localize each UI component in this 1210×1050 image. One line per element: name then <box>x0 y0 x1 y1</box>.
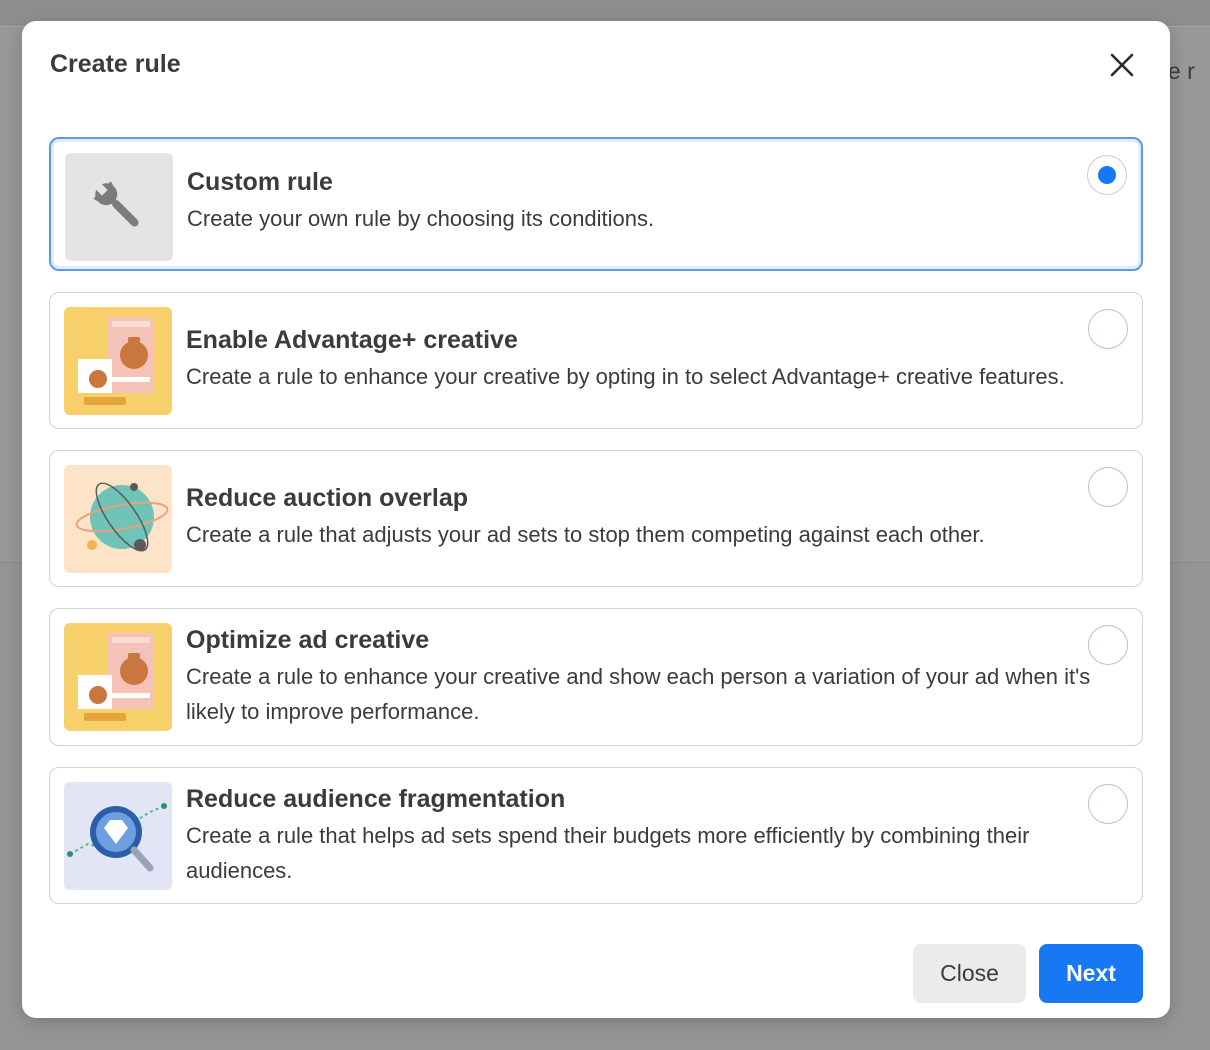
close-button[interactable]: Close <box>913 944 1026 1003</box>
radio-custom-rule[interactable] <box>1087 155 1127 195</box>
option-title: Enable Advantage+ creative <box>186 326 518 354</box>
dialog-title: Create rule <box>50 50 181 78</box>
wrench-icon <box>65 153 173 261</box>
option-text: Reduce auction overlap Create a rule tha… <box>186 481 1120 552</box>
globe-orbit-illustration <box>64 465 172 573</box>
option-text: Reduce audience fragmentation Create a r… <box>186 782 1120 888</box>
teapot-creative-illustration <box>64 623 172 731</box>
radio-optimize-ad-creative[interactable] <box>1088 625 1128 665</box>
option-title: Custom rule <box>187 168 333 196</box>
option-optimize-ad-creative[interactable]: Optimize ad creative Create a rule to en… <box>49 608 1143 746</box>
option-description: Create a rule that helps ad sets spend t… <box>186 823 1030 883</box>
option-reduce-audience-fragmentation[interactable]: Reduce audience fragmentation Create a r… <box>49 767 1143 904</box>
option-description: Create a rule to enhance your creative a… <box>186 664 1091 724</box>
option-description: Create your own rule by choosing its con… <box>187 206 655 231</box>
option-title: Reduce auction overlap <box>186 484 469 512</box>
create-rule-dialog: Create rule Custom rule Create your own … <box>22 21 1170 1018</box>
option-description: Create a rule that adjusts your ad sets … <box>186 522 985 547</box>
option-reduce-auction-overlap[interactable]: Reduce auction overlap Create a rule tha… <box>49 450 1143 587</box>
option-title: Reduce audience fragmentation <box>186 785 566 813</box>
teapot-creative-illustration <box>64 307 172 415</box>
diamond-magnifier-illustration <box>64 782 172 890</box>
rule-options-list: Custom rule Create your own rule by choo… <box>49 137 1143 925</box>
option-custom-rule[interactable]: Custom rule Create your own rule by choo… <box>49 137 1143 271</box>
option-text: Custom rule Create your own rule by choo… <box>187 165 1119 236</box>
option-title: Optimize ad creative <box>186 626 430 654</box>
radio-reduce-auction-overlap[interactable] <box>1088 467 1128 507</box>
close-icon[interactable] <box>1104 47 1140 83</box>
radio-enable-advantage-creative[interactable] <box>1088 309 1128 349</box>
radio-reduce-audience-fragmentation[interactable] <box>1088 784 1128 824</box>
option-enable-advantage-creative[interactable]: Enable Advantage+ creative Create a rule… <box>49 292 1143 429</box>
option-text: Optimize ad creative Create a rule to en… <box>186 623 1120 729</box>
option-text: Enable Advantage+ creative Create a rule… <box>186 323 1120 394</box>
next-button[interactable]: Next <box>1039 944 1143 1003</box>
option-description: Create a rule to enhance your creative b… <box>186 364 1065 389</box>
